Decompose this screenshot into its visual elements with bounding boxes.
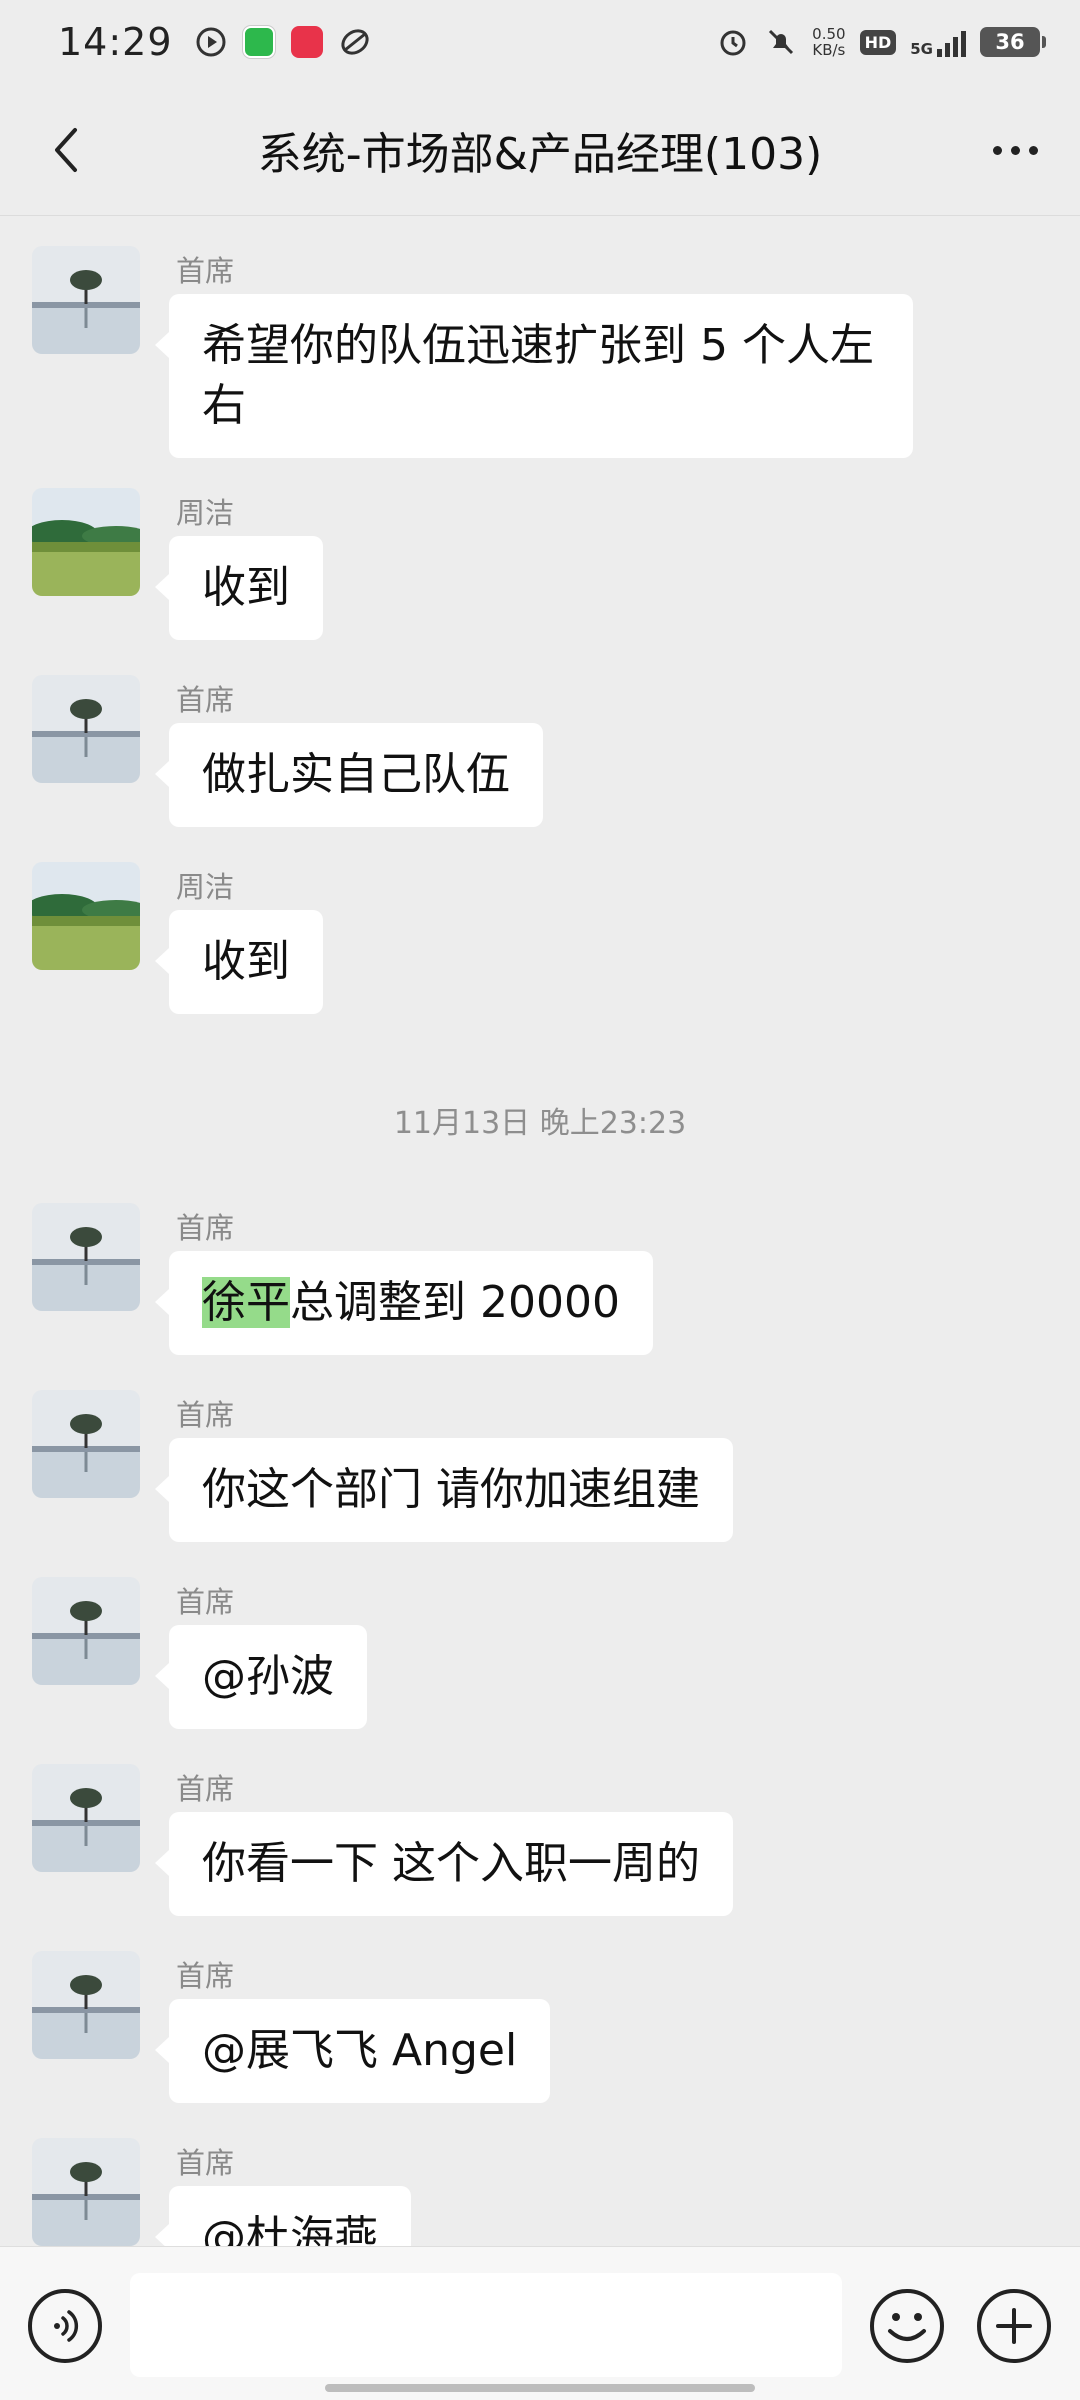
battery-icon: 36: [980, 27, 1046, 57]
sender-name: 首席: [176, 1959, 235, 1993]
sender-name: 周洁: [176, 870, 235, 904]
network-label: 5G: [910, 40, 933, 58]
hd-badge: HD: [859, 29, 897, 55]
sender-name: 首席: [176, 683, 235, 717]
signal-icon: 5G: [910, 27, 966, 57]
sender-name: 首席: [176, 2146, 235, 2180]
message-bubble[interactable]: @杜海燕: [155, 2186, 411, 2246]
avatar[interactable]: [32, 1764, 140, 1872]
net-speed: 0.50 KB/s: [812, 26, 845, 58]
message-text: 总调整到 20000: [290, 1277, 620, 1328]
message-input[interactable]: [130, 2273, 842, 2377]
sender-name: 首席: [176, 1772, 235, 1806]
chat-message-list[interactable]: 首席 希望你的队伍迅速扩张到 5 个人左右 周洁 收到 首席 做扎实自己队伍 周…: [0, 216, 1080, 2246]
avatar[interactable]: [32, 675, 140, 783]
message-bubble[interactable]: 希望你的队伍迅速扩张到 5 个人左右: [155, 294, 913, 458]
battery-level: 36: [995, 30, 1025, 54]
status-app-icons: [195, 26, 371, 58]
voice-button[interactable]: [28, 2289, 102, 2363]
message-bubble[interactable]: 你这个部门 请你加速组建: [155, 1438, 733, 1542]
message-bubble[interactable]: 收到: [155, 536, 323, 640]
message-bubble[interactable]: @孙波: [155, 1625, 367, 1729]
message-bubble[interactable]: 你看一下 这个入职一周的: [155, 1812, 733, 1916]
sender-name: 首席: [176, 1211, 235, 1245]
avatar[interactable]: [32, 1390, 140, 1498]
message-bubble[interactable]: 收到: [155, 910, 323, 1014]
back-button[interactable]: [36, 120, 96, 180]
mute-bell-icon: [764, 25, 798, 59]
net-speed-unit: KB/s: [812, 41, 846, 59]
emoji-icon: [888, 2313, 926, 2341]
app-icon-red: [290, 26, 323, 58]
play-circle-icon: [195, 26, 227, 58]
more-dot-icon: [1028, 145, 1038, 155]
more-dot-icon: [992, 145, 1002, 155]
status-bar: 14:29 0.50 KB/s HD 5G 36: [0, 0, 1080, 84]
app-icon-gray: [339, 26, 371, 58]
avatar[interactable]: [32, 862, 140, 970]
message-bubble[interactable]: 徐平总调整到 20000: [155, 1251, 653, 1355]
alarm-icon: [716, 25, 750, 59]
sender-name: 首席: [176, 254, 235, 288]
back-arrow-icon: [55, 128, 77, 172]
avatar[interactable]: [32, 2138, 140, 2246]
status-time: 14:29: [58, 20, 173, 64]
plus-icon: [996, 2308, 1032, 2344]
input-bar: [0, 2246, 1080, 2400]
message-bubble[interactable]: @展飞飞 Angel: [154, 1999, 551, 2103]
more-dot-icon: [1010, 145, 1020, 155]
chat-title: 系统-市场部&产品经理(103): [257, 128, 823, 180]
avatar[interactable]: [32, 488, 140, 596]
plus-button[interactable]: [977, 2289, 1051, 2363]
app-icon-green: [242, 26, 275, 58]
home-indicator[interactable]: [325, 2384, 755, 2392]
message-bubble[interactable]: 做扎实自己队伍: [155, 723, 543, 827]
avatar[interactable]: [32, 1577, 140, 1685]
avatar[interactable]: [32, 1203, 140, 1311]
sender-name: 首席: [176, 1585, 235, 1619]
highlighted-name[interactable]: 徐平: [202, 1277, 290, 1328]
emoji-button[interactable]: [870, 2289, 944, 2363]
avatar[interactable]: [32, 246, 140, 354]
sender-name: 周洁: [176, 496, 235, 530]
status-indicators: 0.50 KB/s HD 5G 36: [716, 25, 1046, 59]
sender-name: 首席: [176, 1398, 235, 1432]
avatar[interactable]: [32, 1951, 140, 2059]
time-separator: 11月13日 晚上23:23: [393, 1106, 687, 1141]
voice-icon: [54, 2310, 79, 2342]
chat-header: 系统-市场部&产品经理(103): [0, 84, 1080, 216]
more-options-button[interactable]: [980, 120, 1050, 180]
